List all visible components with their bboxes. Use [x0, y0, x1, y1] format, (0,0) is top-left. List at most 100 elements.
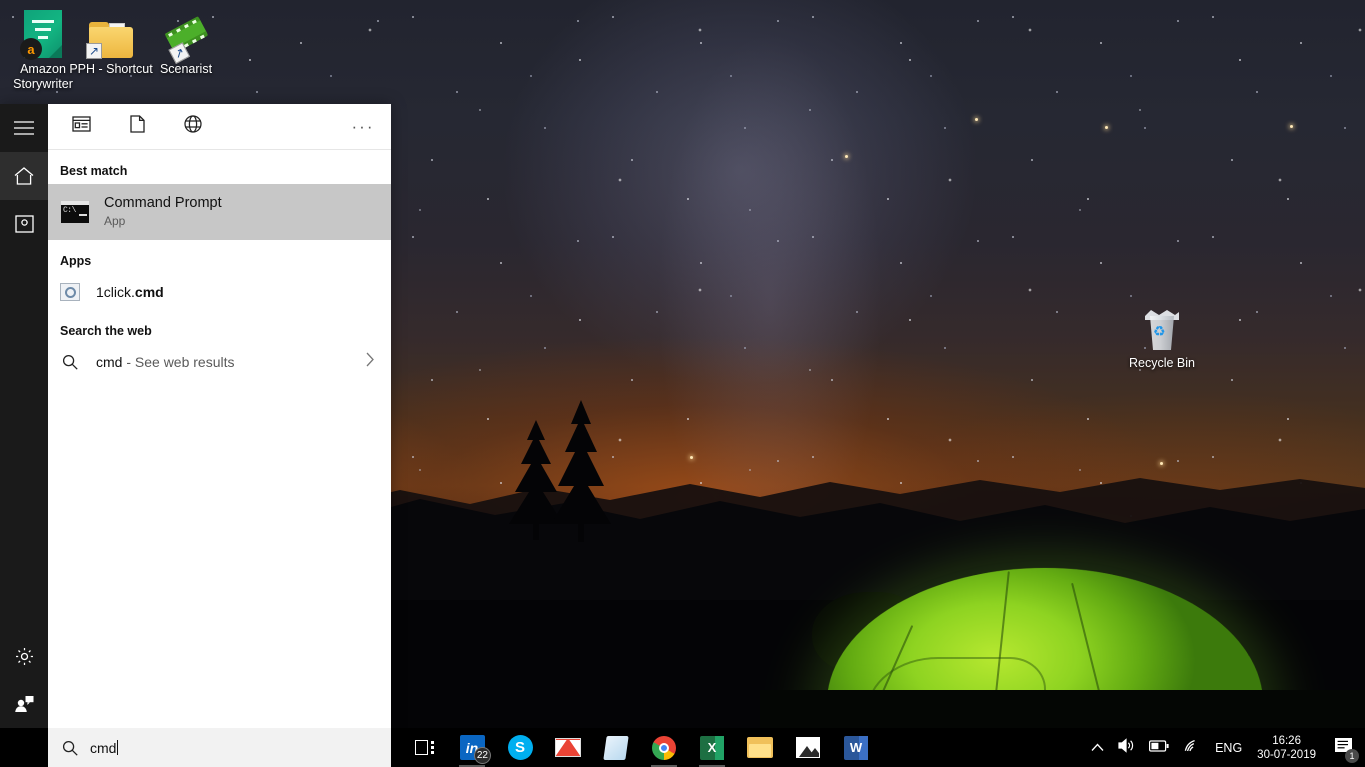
folder-glyph: ↗	[89, 22, 133, 58]
clock-time: 16:26	[1257, 734, 1316, 748]
taskbar-app-file-explorer[interactable]	[736, 728, 784, 767]
taskbar-app-linkedin[interactable]: in 22	[448, 728, 496, 767]
chevron-up-icon	[1091, 739, 1104, 757]
desktop-icon-scenarist[interactable]: ↗ Scenarist	[143, 6, 229, 77]
bright-star	[1105, 126, 1108, 129]
network-button[interactable]	[1176, 728, 1206, 767]
desktop-icon-recycle-bin[interactable]: ♻ Recycle Bin	[1119, 300, 1205, 371]
chrome-icon	[652, 736, 676, 760]
skype-glyph: S	[515, 739, 525, 756]
apps-header: Apps	[48, 240, 391, 274]
app-name-match: cmd	[135, 284, 164, 300]
sidebar-item-collections[interactable]	[0, 200, 48, 248]
clock-date: 30-07-2019	[1257, 748, 1316, 762]
desktop-icon-pph-shortcut[interactable]: ↗ PPH - Shortcut	[68, 6, 154, 77]
task-view-button[interactable]	[400, 728, 448, 767]
shortcut-arrow-icon: ↗	[86, 43, 102, 59]
document-page-icon	[130, 115, 145, 138]
battery-button[interactable]	[1142, 728, 1176, 767]
taskbar-app-onenote[interactable]	[592, 728, 640, 767]
file-explorer-icon	[747, 737, 773, 758]
bright-star	[845, 155, 848, 158]
action-center-button[interactable]: 1	[1326, 728, 1365, 767]
collections-icon	[15, 215, 34, 233]
result-best-match-command-prompt[interactable]: C:\ Command Prompt App	[48, 184, 391, 240]
taskbar-app-photos[interactable]	[784, 728, 832, 767]
best-match-header: Best match	[48, 150, 391, 184]
app-name: 1click.cmd	[96, 284, 164, 300]
taskbar-app-excel[interactable]: X	[688, 728, 736, 767]
photos-icon	[796, 737, 820, 758]
search-icon	[62, 740, 78, 756]
taskbar-search-box[interactable]: cmd	[48, 728, 391, 767]
hamburger-menu-button[interactable]	[0, 104, 48, 152]
feedback-person-icon	[14, 695, 34, 713]
filter-documents-button[interactable]	[113, 104, 161, 150]
taskbar-app-skype[interactable]: S	[496, 728, 544, 767]
filmstrip-icon: ↗	[143, 6, 229, 58]
language-indicator[interactable]: ENG	[1206, 728, 1251, 767]
battery-icon	[1149, 739, 1169, 757]
filter-apps-button[interactable]	[57, 104, 105, 150]
filmstrip-glyph: ↗	[156, 6, 216, 66]
storywriter-doc: a	[24, 10, 62, 58]
sidebar-item-settings[interactable]	[0, 632, 48, 680]
taskbar-app-chrome[interactable]	[640, 728, 688, 767]
word-glyph: W	[850, 740, 862, 755]
search-icon	[60, 354, 80, 370]
taskbar: cmd in 22 S X	[0, 728, 1365, 767]
web-result-text: cmd - See web results	[96, 354, 235, 370]
desktop-icon-label: PPH - Shortcut	[68, 62, 154, 77]
search-flyout-panel: ··· Best match C:\ Command Prompt App Ap…	[0, 104, 391, 767]
task-view-icon	[415, 740, 434, 755]
desktop-icon-label: Recycle Bin	[1119, 356, 1205, 371]
recycle-bin-icon: ♻	[1119, 300, 1205, 352]
command-prompt-glyph: C:\	[60, 200, 90, 224]
volume-button[interactable]	[1111, 728, 1142, 767]
search-filter-toolbar: ···	[48, 104, 391, 150]
notification-count-badge: 1	[1345, 749, 1359, 763]
web-query: cmd	[96, 354, 122, 370]
notification-badge: 22	[474, 747, 491, 764]
desktop-icon-label: Scenarist	[143, 62, 229, 77]
more-options-button[interactable]: ···	[343, 104, 383, 150]
web-suffix: - See web results	[122, 354, 234, 370]
app-name-plain: 1click.	[96, 284, 135, 300]
speaker-icon	[1118, 738, 1135, 758]
taskbar-app-gmail[interactable]	[544, 728, 592, 767]
search-input-value[interactable]: cmd	[90, 740, 116, 756]
chevron-right-icon[interactable]	[365, 352, 375, 373]
sidebar-item-home[interactable]	[0, 152, 48, 200]
text-caret	[117, 740, 118, 755]
wifi-icon	[1183, 739, 1199, 757]
folder-shortcut-icon: ↗	[68, 6, 154, 58]
result-app-1click-cmd[interactable]: 1click.cmd	[48, 274, 391, 310]
system-tray: ENG 16:26 30-07-2019 1	[1084, 728, 1365, 767]
cmd-script-icon	[60, 283, 80, 301]
filter-web-button[interactable]	[169, 104, 217, 150]
search-results-body: ··· Best match C:\ Command Prompt App Ap…	[48, 104, 391, 767]
taskbar-app-word[interactable]: W	[832, 728, 880, 767]
search-left-rail	[0, 104, 48, 767]
hamburger-menu-icon	[14, 121, 34, 135]
search-the-web-header: Search the web	[48, 310, 391, 344]
globe-icon	[184, 115, 202, 138]
bright-star	[1160, 462, 1163, 465]
onenote-icon	[603, 736, 628, 760]
recycle-bin-glyph: ♻	[1142, 308, 1182, 352]
apps-window-icon	[72, 116, 91, 137]
excel-glyph: X	[708, 740, 717, 755]
clock[interactable]: 16:26 30-07-2019	[1251, 734, 1326, 762]
gmail-icon	[555, 738, 581, 757]
show-hidden-icons-button[interactable]	[1084, 728, 1111, 767]
amazon-badge: a	[20, 38, 42, 60]
sidebar-item-feedback[interactable]	[0, 680, 48, 728]
bright-star	[690, 456, 693, 459]
bright-star	[1290, 125, 1293, 128]
taskbar-app-icons: in 22 S X W	[400, 728, 880, 767]
home-icon	[14, 167, 34, 185]
skype-icon: S	[508, 735, 533, 760]
result-subtitle: App	[104, 214, 222, 229]
gear-icon	[15, 647, 34, 666]
result-web-search[interactable]: cmd - See web results	[48, 344, 391, 380]
